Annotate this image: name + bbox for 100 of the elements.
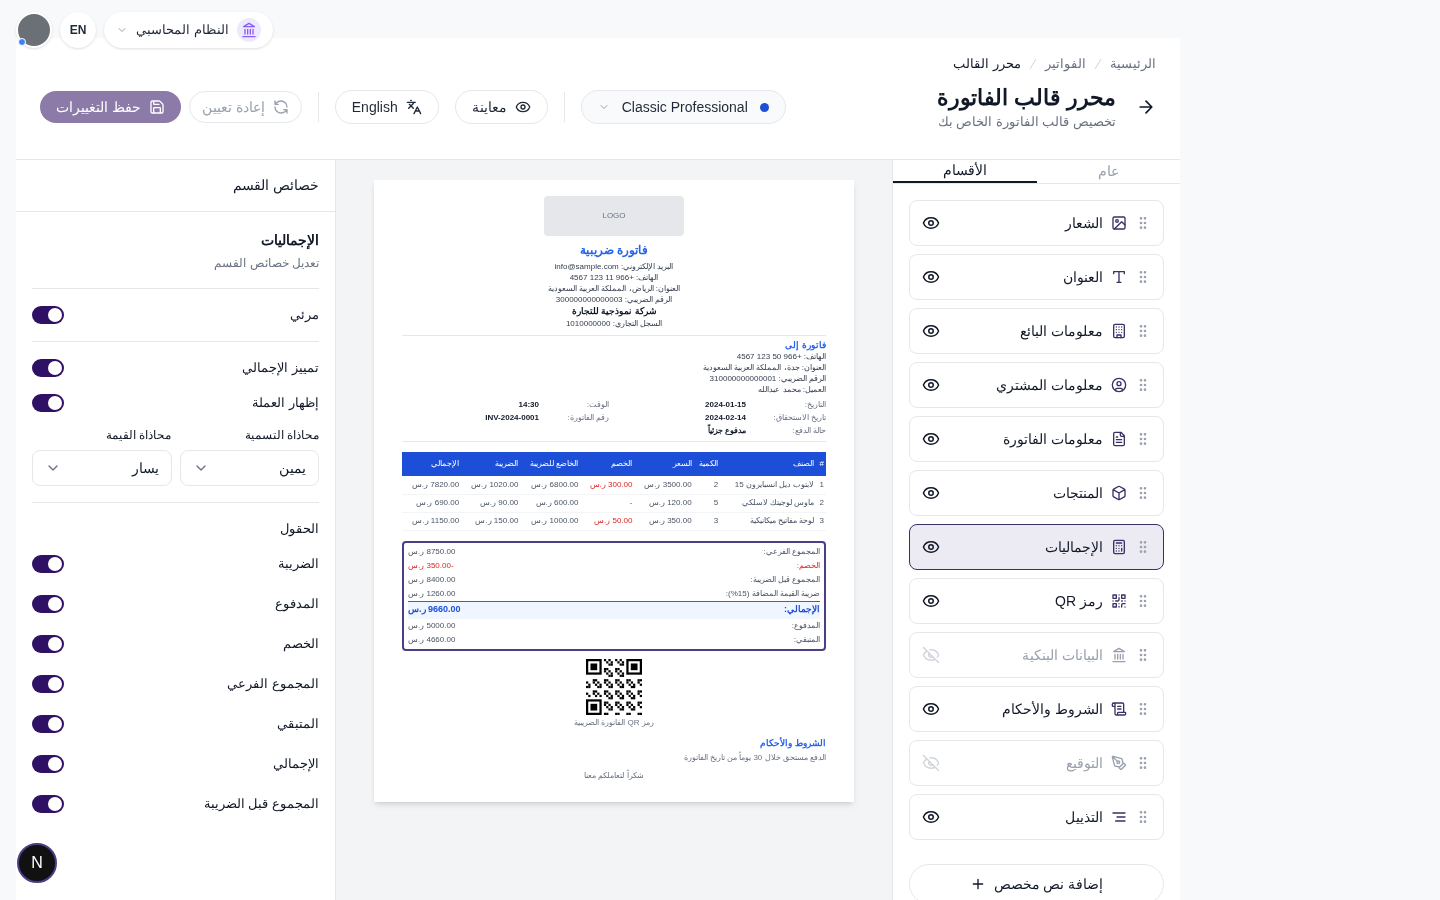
toggle-switch[interactable] (32, 306, 64, 324)
column-header: الضريبة (461, 452, 521, 476)
toggle-switch[interactable] (32, 714, 64, 733)
field-label: محاذاة القيمة (105, 427, 172, 444)
table-cell: ماوس لوجيتك لاسلكي (720, 494, 817, 512)
section-item[interactable]: العنوان (909, 254, 1164, 300)
toggle-label: إظهار العملة (252, 394, 319, 413)
field-label: محاذاة التسمية (243, 427, 319, 444)
section-item[interactable]: معلومات البائع (909, 308, 1164, 354)
eye-icon (922, 214, 940, 232)
table-cell: 50.00 ر.س (580, 512, 635, 530)
total-value: 8750.00 ر.س (408, 545, 456, 558)
section-subtitle: تعديل خصائص القسم (213, 255, 319, 272)
preview-button[interactable]: معاينة (454, 90, 548, 125)
breadcrumb-link[interactable]: الرئيسية (1110, 54, 1156, 74)
table-cell: 5 (693, 494, 721, 512)
footer-text: شكراً لتعاملكم معنا (583, 770, 645, 782)
table-cell: 1150.00 ر.س (402, 512, 462, 530)
section-item[interactable]: رمز QR (909, 578, 1164, 624)
translate-icon (405, 99, 422, 116)
column-header: الخصم (580, 452, 635, 476)
table-cell: 120.00 ر.س (634, 494, 694, 512)
add-custom-text-button[interactable]: إضافة نص مخصص (909, 864, 1164, 900)
breadcrumb-link[interactable]: الفواتير (1045, 54, 1086, 74)
column-header: الصنف (720, 452, 817, 476)
toggle-switch[interactable] (32, 754, 64, 773)
section-item[interactable]: معلومات الفاتورة (909, 416, 1164, 462)
avatar-photo[interactable] (16, 12, 52, 48)
language-toggle-button[interactable]: English (334, 90, 439, 125)
meta-value: مدفوع جزئياً (706, 424, 746, 437)
box-icon (1111, 485, 1127, 501)
table-cell: 6800.00 ر.س (520, 476, 581, 494)
section-item[interactable]: الشعار (909, 200, 1164, 246)
section-title: الإجماليات (260, 231, 319, 251)
save-icon (148, 99, 165, 116)
language-button[interactable]: EN (60, 12, 96, 48)
toggle-switch[interactable] (32, 594, 64, 613)
meta-value: 2024-02-14 (704, 412, 746, 424)
breadcrumb-link[interactable]: محرر القالب (953, 54, 1021, 74)
total-value: 8400.00 ر.س (408, 573, 456, 586)
total-label: الخصم: (796, 559, 820, 572)
eye-icon (922, 700, 940, 718)
eye-icon (922, 322, 940, 340)
total-value: 9660.00 ر.س (408, 603, 461, 617)
seller-info-line: البريد الإلكتروني: info@sample.com (554, 261, 674, 272)
qr-code (586, 658, 642, 715)
meta-label: رقم الفاتورة: (566, 412, 609, 424)
table-cell: 90.00 ر.س (461, 494, 521, 512)
table-cell: 3500.00 ر.س (634, 476, 694, 494)
toggle-switch[interactable] (32, 554, 64, 573)
tab[interactable]: الأقسام (893, 160, 1037, 183)
table-cell: - (580, 494, 635, 512)
alignment-select[interactable]: يسار (32, 450, 172, 486)
total-label: الإجمالي: (784, 603, 820, 617)
meta-value: 14:30 (517, 399, 539, 411)
scroll-icon (1111, 701, 1127, 717)
total-label: المتبقي: (793, 633, 820, 646)
toggle-switch[interactable] (32, 394, 64, 412)
page-title: محرر قالب الفاتورة (936, 83, 1116, 112)
meta-label: تاريخ الاستحقاق: (772, 412, 826, 424)
table-cell: 2 (693, 476, 721, 494)
column-header: السعر (634, 452, 694, 476)
buyer-info-line: الرقم الضريبي: 310000000000001 (709, 373, 826, 384)
section-item[interactable]: التذييل (909, 794, 1164, 840)
table-cell: 1020.00 ر.س (461, 476, 521, 494)
section-item[interactable]: الإجماليات (909, 524, 1164, 570)
toggle-switch[interactable] (32, 674, 64, 693)
section-item[interactable]: المنتجات (909, 470, 1164, 516)
eye-icon (922, 538, 940, 556)
toggle-switch[interactable] (32, 634, 64, 653)
total-label: المجموع الفرعي: (763, 545, 820, 558)
table-cell: 1 (816, 476, 826, 494)
seller-info-line: الرقم الضريبي: 300000000000003 (555, 294, 673, 305)
breadcrumb-separator (1029, 57, 1037, 70)
bill-to-heading: فاتورة إلى (785, 340, 826, 351)
table-cell: 690.00 ر.س (402, 494, 462, 512)
logo-text: LOGO (602, 210, 626, 222)
toggle-label: المتبقي (277, 714, 319, 733)
seller-info-line: السجل التجاري: 1010000000 (565, 318, 663, 329)
image-icon (1111, 215, 1127, 231)
page-subtitle: تخصيص قالب الفاتورة الخاص بك (936, 112, 1116, 131)
system-dropdown[interactable]: النظام المحاسبي (104, 12, 273, 48)
eye-icon (922, 268, 940, 286)
toggle-label: المدفوع (275, 594, 319, 614)
toggle-label: المجموع الفرعي (227, 674, 319, 694)
toggle-switch[interactable] (32, 794, 64, 813)
eye-icon (922, 430, 940, 448)
document-icon (1111, 431, 1127, 447)
table-cell: لوحة مفاتيح ميكانيكية (720, 512, 817, 530)
meta-value: 2024-01-15 (704, 399, 746, 411)
eye-icon (922, 376, 940, 394)
lines-icon (1111, 809, 1127, 825)
template-dropdown[interactable]: Classic Professional (580, 90, 786, 125)
meta-label: حالة الدفع: (791, 425, 826, 437)
section-item[interactable]: معلومات المشتري (909, 362, 1164, 408)
column-header: الخاضع للضريبة (520, 452, 581, 476)
toggle-switch[interactable] (32, 359, 64, 377)
alignment-select[interactable]: يمين (179, 450, 319, 486)
bank-icon (240, 22, 257, 38)
section-item[interactable]: الشروط والأحكام (909, 686, 1164, 732)
